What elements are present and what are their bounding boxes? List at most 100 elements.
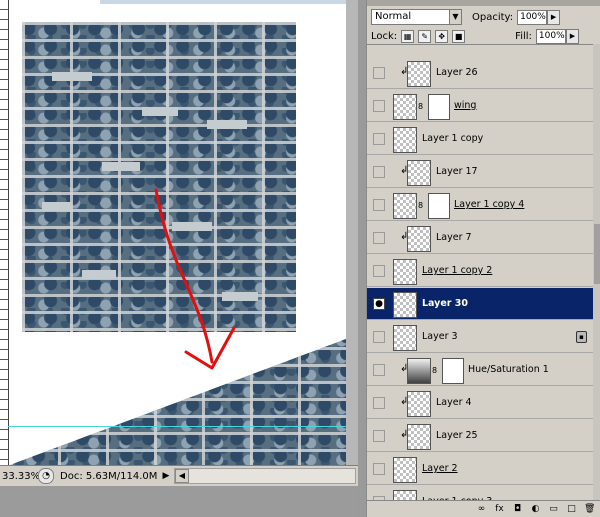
adjustment-thumbnail[interactable] — [407, 358, 431, 384]
mask-link-icon[interactable]: 8 — [418, 201, 424, 210]
layer-name[interactable]: Layer 7 — [436, 232, 472, 243]
layer-name[interactable]: Layer 30 — [422, 298, 468, 309]
opacity-label: Opacity: — [472, 11, 514, 23]
adjustment-icon[interactable]: ◐ — [530, 504, 541, 515]
layer-thumbnail[interactable] — [393, 94, 417, 120]
fill-field[interactable]: 100% — [535, 28, 566, 44]
mask-link-icon[interactable]: 8 — [432, 366, 438, 375]
zoom-level[interactable]: 33.33% — [0, 471, 40, 482]
layer-mask-thumbnail[interactable] — [428, 193, 450, 219]
visibility-eye-icon[interactable] — [373, 199, 385, 211]
layers-scrollbar[interactable] — [593, 44, 600, 500]
layer-row[interactable]: ↲ Layer 26 — [367, 57, 593, 89]
layer-name[interactable]: Hue/Saturation 1 — [468, 364, 549, 375]
visibility-eye-icon[interactable] — [373, 463, 385, 475]
lock-all-icon[interactable]: ■ — [452, 29, 466, 43]
blend-mode-select[interactable]: Normal ▼ — [371, 9, 462, 25]
layer-mask-thumbnail[interactable] — [428, 94, 450, 120]
status-info-icon[interactable]: ◔ — [38, 468, 54, 484]
canvas-horizontal-scrollbar[interactable]: ◀ — [174, 468, 356, 484]
layer-row[interactable]: ↲ Layer 7 — [367, 222, 593, 254]
document-size: Doc: 5.63M/114.0M — [60, 470, 158, 482]
layer-name[interactable]: Layer 1 copy 4 — [454, 199, 524, 210]
layer-lock-icon: ▪ — [576, 331, 587, 343]
layer-name[interactable]: Layer 17 — [436, 166, 478, 177]
blend-mode-value: Normal — [375, 11, 412, 22]
layer-row[interactable]: Layer 1 copy — [367, 123, 593, 155]
document-canvas-area[interactable]: 33.33% ◔ Doc: 5.63M/114.0M ▶ ◀ — [0, 0, 358, 517]
mask-link-icon[interactable]: 8 — [418, 102, 424, 111]
opacity-field[interactable]: 100% — [517, 9, 548, 25]
layer-thumbnail[interactable] — [407, 226, 431, 252]
layer-name[interactable]: Layer 1 copy 2 — [422, 265, 492, 276]
layer-name[interactable]: Layer 26 — [436, 67, 478, 78]
layers-footer: ∞ fx ◘ ◐ ▭ □ 🗑 — [367, 500, 600, 517]
fx-icon[interactable]: fx — [494, 504, 505, 515]
lock-row: Lock: ▦ ✎ ✥ ■ Fill: 100% ▶ — [371, 28, 579, 44]
layer-thumbnail[interactable] — [393, 325, 417, 351]
layer-thumbnail[interactable] — [407, 391, 431, 417]
visibility-eye-icon[interactable] — [373, 166, 385, 178]
layer-name[interactable]: Layer 25 — [436, 430, 478, 441]
layer-thumbnail[interactable] — [393, 193, 417, 219]
blend-row: Normal ▼ Opacity: 100% ▶ — [371, 8, 561, 26]
layer-thumbnail[interactable] — [393, 127, 417, 153]
layer-row[interactable]: ↲ 8 Hue/Saturation 1 — [367, 354, 593, 386]
layer-name[interactable]: Layer 4 — [436, 397, 472, 408]
visibility-eye-icon[interactable] — [373, 265, 385, 277]
visibility-eye-icon[interactable] — [373, 397, 385, 409]
scroll-left-icon[interactable]: ◀ — [175, 469, 189, 483]
lock-position-icon[interactable]: ✥ — [435, 29, 449, 43]
status-bar: 33.33% ◔ Doc: 5.63M/114.0M ▶ ◀ — [0, 465, 358, 486]
layers-panel: Normal ▼ Opacity: 100% ▶ Lock: ▦ ✎ ✥ ■ F… — [366, 0, 600, 517]
mask-icon[interactable]: ◘ — [512, 504, 523, 515]
layer-row[interactable]: Layer 1 copy 2 — [367, 255, 593, 287]
layer-row[interactable]: Layer 2 — [367, 453, 593, 485]
lock-pixels-icon[interactable]: ✎ — [418, 29, 432, 43]
layer-row[interactable]: ↲ Layer 4 — [367, 387, 593, 419]
visibility-eye-icon[interactable]: ● — [373, 298, 385, 310]
layer-row[interactable]: ↲ Layer 25 — [367, 420, 593, 452]
layer-row[interactable]: Layer 3 ▪ — [367, 321, 593, 353]
layer-name[interactable]: wing — [454, 100, 476, 111]
layer-thumbnail[interactable] — [407, 424, 431, 450]
layer-thumbnail[interactable] — [393, 292, 417, 318]
canvas-vertical-scrollbar[interactable] — [346, 0, 358, 465]
opacity-slider-icon[interactable]: ▶ — [547, 9, 561, 25]
document-canvas[interactable] — [0, 0, 346, 465]
fill-slider-icon[interactable]: ▶ — [565, 28, 579, 44]
chevron-down-icon[interactable]: ▼ — [449, 10, 461, 24]
red-arrow-annotation — [154, 188, 236, 370]
lock-transparency-icon[interactable]: ▦ — [401, 29, 415, 43]
panel-tab-strip[interactable] — [367, 0, 600, 6]
layer-name[interactable]: Layer 1 copy — [422, 133, 483, 144]
layer-thumbnail[interactable] — [407, 61, 431, 87]
visibility-eye-icon[interactable] — [373, 232, 385, 244]
layer-name[interactable]: Layer 3 — [422, 331, 458, 342]
layer-thumbnail[interactable] — [407, 160, 431, 186]
status-menu-arrow[interactable]: ▶ — [160, 471, 172, 481]
visibility-eye-icon[interactable] — [373, 133, 385, 145]
layer-row[interactable]: Layer 1 copy 3 — [367, 486, 593, 501]
scrollbar-thumb[interactable] — [594, 224, 600, 284]
lock-label: Lock: — [371, 30, 398, 42]
visibility-eye-icon[interactable] — [373, 67, 385, 79]
layer-thumbnail[interactable] — [393, 457, 417, 483]
layer-row[interactable]: 8 wing — [367, 90, 593, 122]
visibility-eye-icon[interactable] — [373, 364, 385, 376]
trash-icon[interactable]: 🗑 — [584, 504, 595, 515]
visibility-eye-icon[interactable] — [373, 430, 385, 442]
layer-thumbnail[interactable] — [393, 259, 417, 285]
layer-row[interactable]: 8 Layer 1 copy 4 — [367, 189, 593, 221]
layer-row[interactable]: ↲ Layer 17 — [367, 156, 593, 188]
link-icon[interactable]: ∞ — [476, 504, 487, 515]
fill-label: Fill: — [515, 30, 532, 42]
new-layer-icon[interactable]: □ — [566, 504, 577, 515]
layer-mask-thumbnail[interactable] — [442, 358, 464, 384]
layer-name[interactable]: Layer 2 — [422, 463, 458, 474]
visibility-eye-icon[interactable] — [373, 331, 385, 343]
group-icon[interactable]: ▭ — [548, 504, 559, 515]
layer-row[interactable]: ● Layer 30 — [367, 288, 593, 320]
visibility-eye-icon[interactable] — [373, 100, 385, 112]
layers-list[interactable]: ↲ Layer 26 8 wing Layer 1 copy ↲ Layer 17 8 Laye… — [367, 44, 593, 501]
